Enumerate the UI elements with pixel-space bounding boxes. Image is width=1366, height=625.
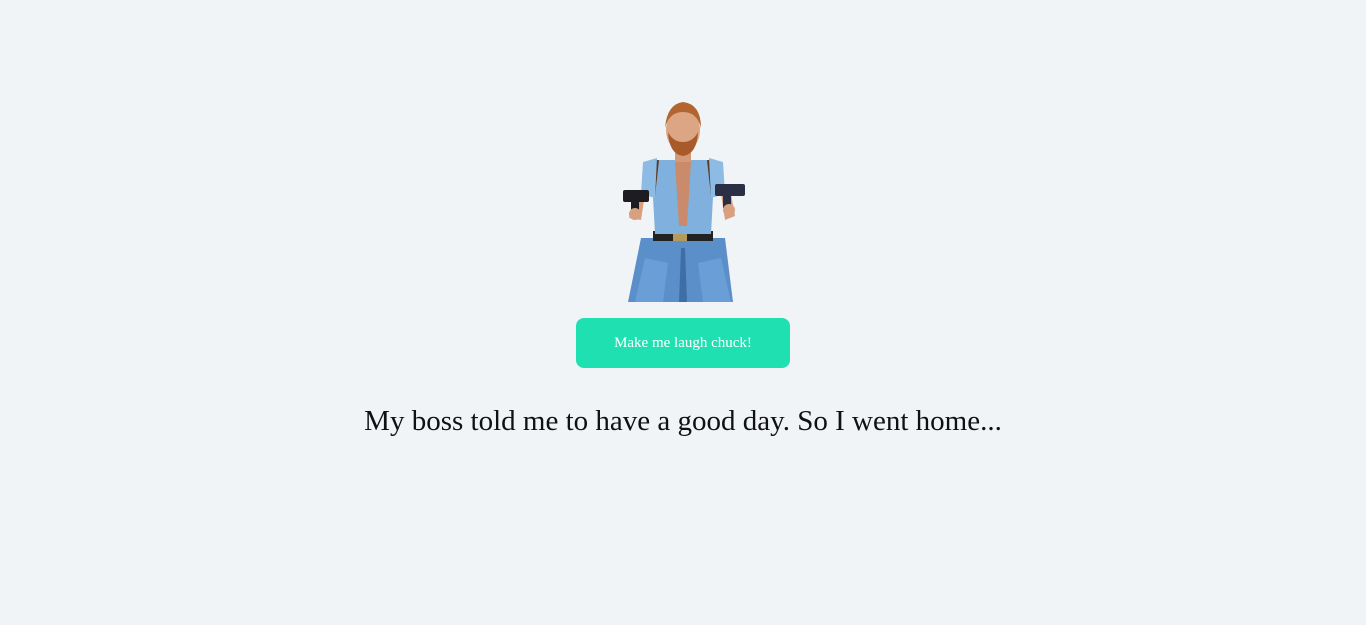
- joke-text: My boss told me to have a good day. So I…: [364, 405, 1002, 437]
- chuck-norris-image: [583, 98, 783, 302]
- chuck-norris-portrait-icon: [623, 102, 745, 302]
- make-me-laugh-button[interactable]: Make me laugh chuck!: [576, 318, 790, 368]
- page: Make me laugh chuck! My boss told me to …: [0, 0, 1366, 625]
